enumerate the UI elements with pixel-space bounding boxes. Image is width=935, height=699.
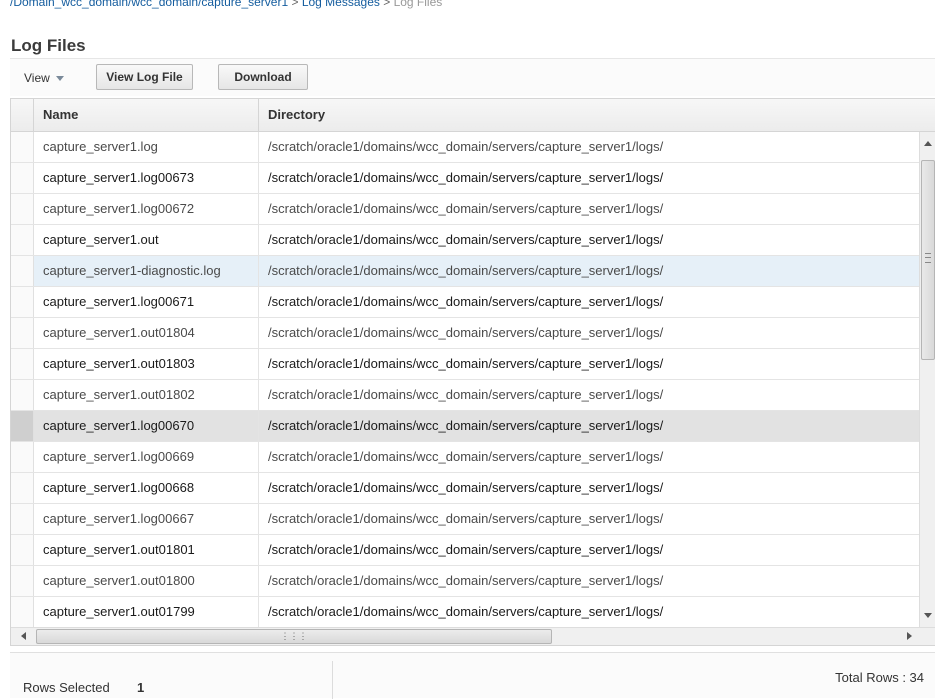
table-row[interactable]: capture_server1.log00667 /scratch/oracle… <box>11 504 919 535</box>
cell-name: capture_server1.out01801 <box>34 535 259 565</box>
cell-name: capture_server1.out01803 <box>34 349 259 379</box>
row-selector[interactable] <box>11 225 34 255</box>
row-selector[interactable] <box>11 256 34 286</box>
table-row[interactable]: capture_server1.out01801 /scratch/oracle… <box>11 535 919 566</box>
table-body: capture_server1.log /scratch/oracle1/dom… <box>11 132 919 628</box>
cell-directory: /scratch/oracle1/domains/wcc_domain/serv… <box>268 418 664 433</box>
table-row[interactable]: capture_server1.out01804 /scratch/oracle… <box>11 318 919 349</box>
scroll-up-arrow-icon[interactable] <box>924 141 932 146</box>
table-row[interactable]: capture_server1.out /scratch/oracle1/dom… <box>11 225 919 256</box>
table-row[interactable]: capture_server1.out01803 /scratch/oracle… <box>11 349 919 380</box>
breadcrumb-current: Log Files <box>393 0 443 9</box>
breadcrumb-path-link[interactable]: /Domain_wcc_domain/wcc_domain/capture_se… <box>10 0 288 9</box>
row-selector-header <box>11 99 34 131</box>
page-title: Log Files <box>11 36 86 55</box>
cell-name: capture_server1.log <box>34 132 259 162</box>
table-row[interactable]: capture_server1.out01802 /scratch/oracle… <box>11 380 919 411</box>
row-selector[interactable] <box>11 442 34 472</box>
table-row[interactable]: capture_server1.out01800 /scratch/oracle… <box>11 566 919 597</box>
view-menu-label: View <box>24 71 50 85</box>
log-files-table: Name Directory capture_server1.log /scra… <box>10 98 935 646</box>
cell-name: capture_server1-diagnostic.log <box>34 256 259 286</box>
table-row[interactable]: capture_server1.log00671 /scratch/oracle… <box>11 287 919 318</box>
cell-directory: /scratch/oracle1/domains/wcc_domain/serv… <box>268 387 664 402</box>
scroll-down-arrow-icon[interactable] <box>924 613 932 618</box>
cell-directory: /scratch/oracle1/domains/wcc_domain/serv… <box>268 170 664 185</box>
cell-name: capture_server1.out01802 <box>34 380 259 410</box>
cell-directory: /scratch/oracle1/domains/wcc_domain/serv… <box>268 201 664 216</box>
total-rows: Total Rows : 34 <box>835 670 924 685</box>
breadcrumb-separator: > <box>288 0 302 9</box>
breadcrumb-log-messages-link[interactable]: Log Messages <box>302 0 380 9</box>
cell-name: capture_server1.log00671 <box>34 287 259 317</box>
row-selector[interactable] <box>11 318 34 348</box>
cell-name: capture_server1.out01804 <box>34 318 259 348</box>
table-header: Name Directory <box>11 99 935 132</box>
download-button[interactable]: Download <box>218 64 308 90</box>
column-header-name[interactable]: Name <box>34 99 259 131</box>
row-selector[interactable] <box>11 287 34 317</box>
table-row[interactable]: capture_server1.log00669 /scratch/oracle… <box>11 442 919 473</box>
cell-directory: /scratch/oracle1/domains/wcc_domain/serv… <box>268 139 664 154</box>
horizontal-scrollbar[interactable]: ⋮⋮⋮ <box>11 627 935 645</box>
cell-directory: /scratch/oracle1/domains/wcc_domain/serv… <box>268 263 664 278</box>
row-selector[interactable] <box>11 566 34 596</box>
chevron-down-icon <box>55 76 64 82</box>
cell-directory: /scratch/oracle1/domains/wcc_domain/serv… <box>268 542 664 557</box>
cell-name: capture_server1.log00673 <box>34 163 259 193</box>
view-log-file-button[interactable]: View Log File <box>96 64 193 90</box>
cell-directory: /scratch/oracle1/domains/wcc_domain/serv… <box>268 294 664 309</box>
scroll-left-arrow-icon[interactable] <box>21 632 26 640</box>
cell-name: capture_server1.log00668 <box>34 473 259 503</box>
breadcrumb-separator: > <box>379 0 394 9</box>
table-row[interactable]: capture_server1.out01799 /scratch/oracle… <box>11 597 919 628</box>
vertical-scroll-thumb[interactable] <box>921 160 935 360</box>
cell-directory: /scratch/oracle1/domains/wcc_domain/serv… <box>268 232 664 247</box>
horizontal-scroll-thumb[interactable]: ⋮⋮⋮ <box>36 629 552 644</box>
cell-name: capture_server1.out01800 <box>34 566 259 596</box>
scroll-right-arrow-icon[interactable] <box>907 632 912 640</box>
cell-directory: /scratch/oracle1/domains/wcc_domain/serv… <box>268 325 664 340</box>
table-row[interactable]: capture_server1.log00668 /scratch/oracle… <box>11 473 919 504</box>
cell-directory: /scratch/oracle1/domains/wcc_domain/serv… <box>268 604 664 619</box>
row-selector[interactable] <box>11 411 34 441</box>
row-selector[interactable] <box>11 504 34 534</box>
cell-directory: /scratch/oracle1/domains/wcc_domain/serv… <box>268 356 664 371</box>
row-selector[interactable] <box>11 194 34 224</box>
cell-name: capture_server1.log00672 <box>34 194 259 224</box>
status-divider <box>332 661 333 699</box>
cell-name: capture_server1.log00669 <box>34 442 259 472</box>
rows-selected-label: Rows Selected <box>23 680 110 695</box>
breadcrumb: /Domain_wcc_domain/wcc_domain/capture_se… <box>10 0 442 10</box>
cell-name: capture_server1.out <box>34 225 259 255</box>
cell-directory: /scratch/oracle1/domains/wcc_domain/serv… <box>268 480 664 495</box>
rows-selected-count: 1 <box>137 680 145 695</box>
row-selector[interactable] <box>11 535 34 565</box>
cell-name: capture_server1.log00667 <box>34 504 259 534</box>
row-selector[interactable] <box>11 132 34 162</box>
vertical-scrollbar[interactable] <box>919 132 935 627</box>
row-selector[interactable] <box>11 163 34 193</box>
grip-icon <box>925 253 931 263</box>
view-menu[interactable]: View <box>24 68 64 88</box>
row-selector[interactable] <box>11 349 34 379</box>
table-row[interactable]: capture_server1.log /scratch/oracle1/dom… <box>11 132 919 163</box>
cell-directory: /scratch/oracle1/domains/wcc_domain/serv… <box>268 511 664 526</box>
column-header-directory[interactable]: Directory <box>259 99 919 131</box>
cell-directory: /scratch/oracle1/domains/wcc_domain/serv… <box>268 573 664 588</box>
cell-directory: /scratch/oracle1/domains/wcc_domain/serv… <box>268 449 664 464</box>
row-selector[interactable] <box>11 473 34 503</box>
cell-name: capture_server1.log00670 <box>34 411 259 441</box>
row-selector[interactable] <box>11 597 34 627</box>
cell-name: capture_server1.out01799 <box>34 597 259 627</box>
table-row[interactable]: capture_server1.log00673 /scratch/oracle… <box>11 163 919 194</box>
table-status-bar: Rows Selected 1 Total Rows : 34 <box>10 652 935 699</box>
table-row[interactable]: capture_server1.log00672 /scratch/oracle… <box>11 194 919 225</box>
table-toolbar: View View Log File Download <box>10 58 935 96</box>
table-row-hovered[interactable]: capture_server1-diagnostic.log /scratch/… <box>11 256 919 287</box>
table-row-selected[interactable]: capture_server1.log00670 /scratch/oracle… <box>11 411 919 442</box>
row-selector[interactable] <box>11 380 34 410</box>
